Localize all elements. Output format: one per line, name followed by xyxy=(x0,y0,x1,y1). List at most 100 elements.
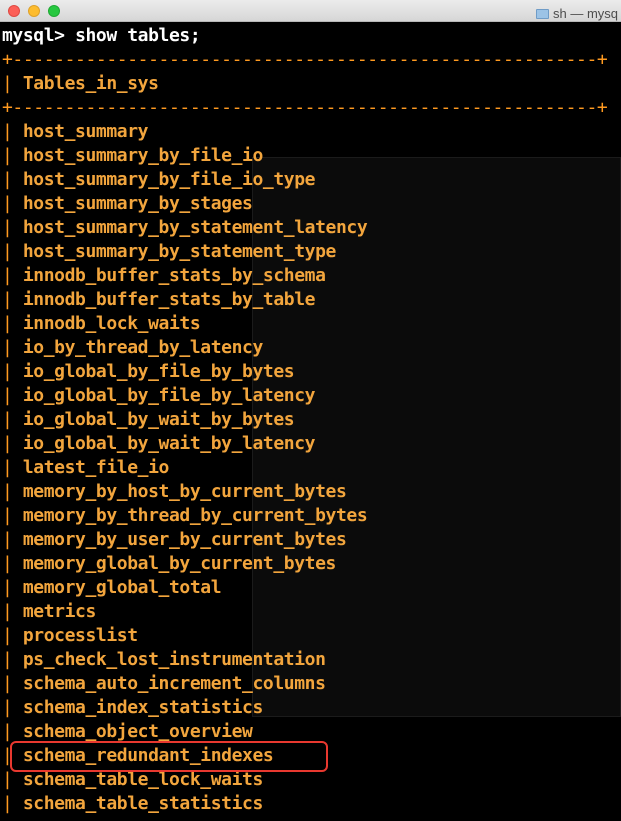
table-row: | memory_by_host_by_current_bytes xyxy=(2,480,607,504)
table-row: | memory_by_thread_by_current_bytes xyxy=(2,504,607,528)
column-separator: | xyxy=(2,313,13,334)
table-name-memory-by-thread-by-current-bytes: memory_by_thread_by_current_bytes xyxy=(12,505,368,526)
table-name-host-summary: host_summary xyxy=(12,121,149,142)
column-separator: | xyxy=(2,481,13,502)
table-name-schema-table-statistics: schema_table_statistics xyxy=(12,793,263,814)
table-name-io-global-by-wait-by-latency: io_global_by_wait_by_latency xyxy=(12,433,316,454)
table-border-top: +---------------------------------------… xyxy=(2,48,608,72)
column-separator: | xyxy=(2,361,13,382)
table-name-io-by-thread-by-latency: io_by_thread_by_latency xyxy=(12,337,263,358)
table-row: | host_summary_by_file_io xyxy=(2,144,607,168)
column-separator: | xyxy=(2,553,13,574)
column-separator: | xyxy=(2,289,13,310)
column-separator: | xyxy=(2,721,13,742)
window-titlebar[interactable]: sh — mysq xyxy=(0,0,621,22)
table-name-ps-check-lost-instrumentation: ps_check_lost_instrumentation xyxy=(12,649,326,670)
table-row: | innodb_buffer_stats_by_table xyxy=(2,288,607,312)
column-separator: | xyxy=(2,697,13,718)
table-name-innodb-buffer-stats-by-table: innodb_buffer_stats_by_table xyxy=(12,289,316,310)
column-separator: | xyxy=(2,145,13,166)
column-separator: | xyxy=(2,265,13,286)
table-row: | io_by_thread_by_latency xyxy=(2,336,607,360)
command-text: show tables; xyxy=(75,25,201,46)
table-row: | processlist xyxy=(2,624,607,648)
table-row: | innodb_lock_waits xyxy=(2,312,607,336)
close-window-button[interactable] xyxy=(8,5,20,17)
column-separator: | xyxy=(2,457,13,478)
table-header-row: | Tables_in_sys xyxy=(2,72,607,96)
column-separator: | xyxy=(2,625,13,646)
table-name-schema-object-overview: schema_object_overview xyxy=(12,721,253,742)
table-name-latest-file-io: latest_file_io xyxy=(12,457,170,478)
table-name-host-summary-by-file-io-type: host_summary_by_file_io_type xyxy=(12,169,316,190)
table-name-schema-index-statistics: schema_index_statistics xyxy=(12,697,263,718)
table-name-memory-global-by-current-bytes: memory_global_by_current_bytes xyxy=(12,553,337,574)
terminal-output[interactable]: mysql> show tables; +--------------------… xyxy=(2,24,608,816)
table-row: | ps_check_lost_instrumentation xyxy=(2,648,607,672)
table-name-innodb-lock-waits: innodb_lock_waits xyxy=(12,313,201,334)
column-separator: | xyxy=(2,769,13,790)
column-separator: | xyxy=(2,241,13,262)
table-name-io-global-by-wait-by-bytes: io_global_by_wait_by_bytes xyxy=(12,409,295,430)
column-separator: | xyxy=(2,793,13,814)
table-row: | host_summary_by_statement_type xyxy=(2,240,607,264)
table-name-memory-by-user-by-current-bytes: memory_by_user_by_current_bytes xyxy=(12,529,347,550)
table-row: | host_summary_by_stages xyxy=(2,192,607,216)
table-row: | io_global_by_file_by_bytes xyxy=(2,360,607,384)
column-separator: | xyxy=(2,577,13,598)
column-separator: | xyxy=(2,649,13,670)
column-separator: | xyxy=(2,385,13,406)
table-name-memory-by-host-by-current-bytes: memory_by_host_by_current_bytes xyxy=(12,481,347,502)
table-name-schema-auto-increment-columns: schema_auto_increment_columns xyxy=(12,673,326,694)
table-header: Tables_in_sys xyxy=(12,73,159,94)
column-separator: | xyxy=(2,73,13,94)
mysql-prompt: mysql> xyxy=(2,25,65,46)
column-separator: | xyxy=(2,337,13,358)
table-name-processlist: processlist xyxy=(12,625,138,646)
table-name-host-summary-by-stages: host_summary_by_stages xyxy=(12,193,253,214)
table-name-host-summary-by-statement-type: host_summary_by_statement_type xyxy=(12,241,337,262)
column-separator: | xyxy=(2,433,13,454)
table-row: | schema_index_statistics xyxy=(2,696,607,720)
command-line: mysql> show tables; xyxy=(2,24,607,48)
table-border: +---------------------------------------… xyxy=(2,97,608,118)
column-separator: | xyxy=(2,673,13,694)
column-separator: | xyxy=(2,505,13,526)
window-title: sh — mysq xyxy=(553,6,619,21)
minimize-window-button[interactable] xyxy=(28,5,40,17)
table-row: | innodb_buffer_stats_by_schema xyxy=(2,264,607,288)
table-name-io-global-by-file-by-latency: io_global_by_file_by_latency xyxy=(12,385,316,406)
column-separator: | xyxy=(2,121,13,142)
table-row: | io_global_by_wait_by_latency xyxy=(2,432,607,456)
table-row: | host_summary xyxy=(2,120,607,144)
table-name-innodb-buffer-stats-by-schema: innodb_buffer_stats_by_schema xyxy=(12,265,326,286)
table-row: | io_global_by_file_by_latency xyxy=(2,384,607,408)
column-separator: | xyxy=(2,529,13,550)
table-row: | schema_table_statistics xyxy=(2,792,607,816)
column-separator: | xyxy=(2,217,13,238)
table-row: | host_summary_by_file_io_type xyxy=(2,168,607,192)
column-separator: | xyxy=(2,169,13,190)
table-row: | memory_global_by_current_bytes xyxy=(2,552,607,576)
window-title-wrap: sh — mysq xyxy=(536,3,618,22)
table-row: | metrics xyxy=(2,600,607,624)
zoom-window-button[interactable] xyxy=(48,5,60,17)
table-row: | host_summary_by_statement_latency xyxy=(2,216,607,240)
column-separator: | xyxy=(2,601,13,622)
folder-icon xyxy=(536,9,549,19)
table-row: | schema_auto_increment_columns xyxy=(2,672,607,696)
column-separator: | xyxy=(2,409,13,430)
table-row: | latest_file_io xyxy=(2,456,607,480)
table-row: | io_global_by_wait_by_bytes xyxy=(2,408,607,432)
table-border-header: +---------------------------------------… xyxy=(2,96,608,120)
table-name-schema-table-lock-waits: schema_table_lock_waits xyxy=(12,769,263,790)
table-name-metrics: metrics xyxy=(12,601,96,622)
table-border: +---------------------------------------… xyxy=(2,49,608,70)
table-name-io-global-by-file-by-bytes: io_global_by_file_by_bytes xyxy=(12,361,295,382)
table-name-memory-global-total: memory_global_total xyxy=(12,577,222,598)
table-row: | memory_by_user_by_current_bytes xyxy=(2,528,607,552)
column-separator: | xyxy=(2,193,13,214)
table-row: | memory_global_total xyxy=(2,576,607,600)
table-name-host-summary-by-statement-latency: host_summary_by_statement_latency xyxy=(12,217,368,238)
highlight-box xyxy=(10,741,328,772)
